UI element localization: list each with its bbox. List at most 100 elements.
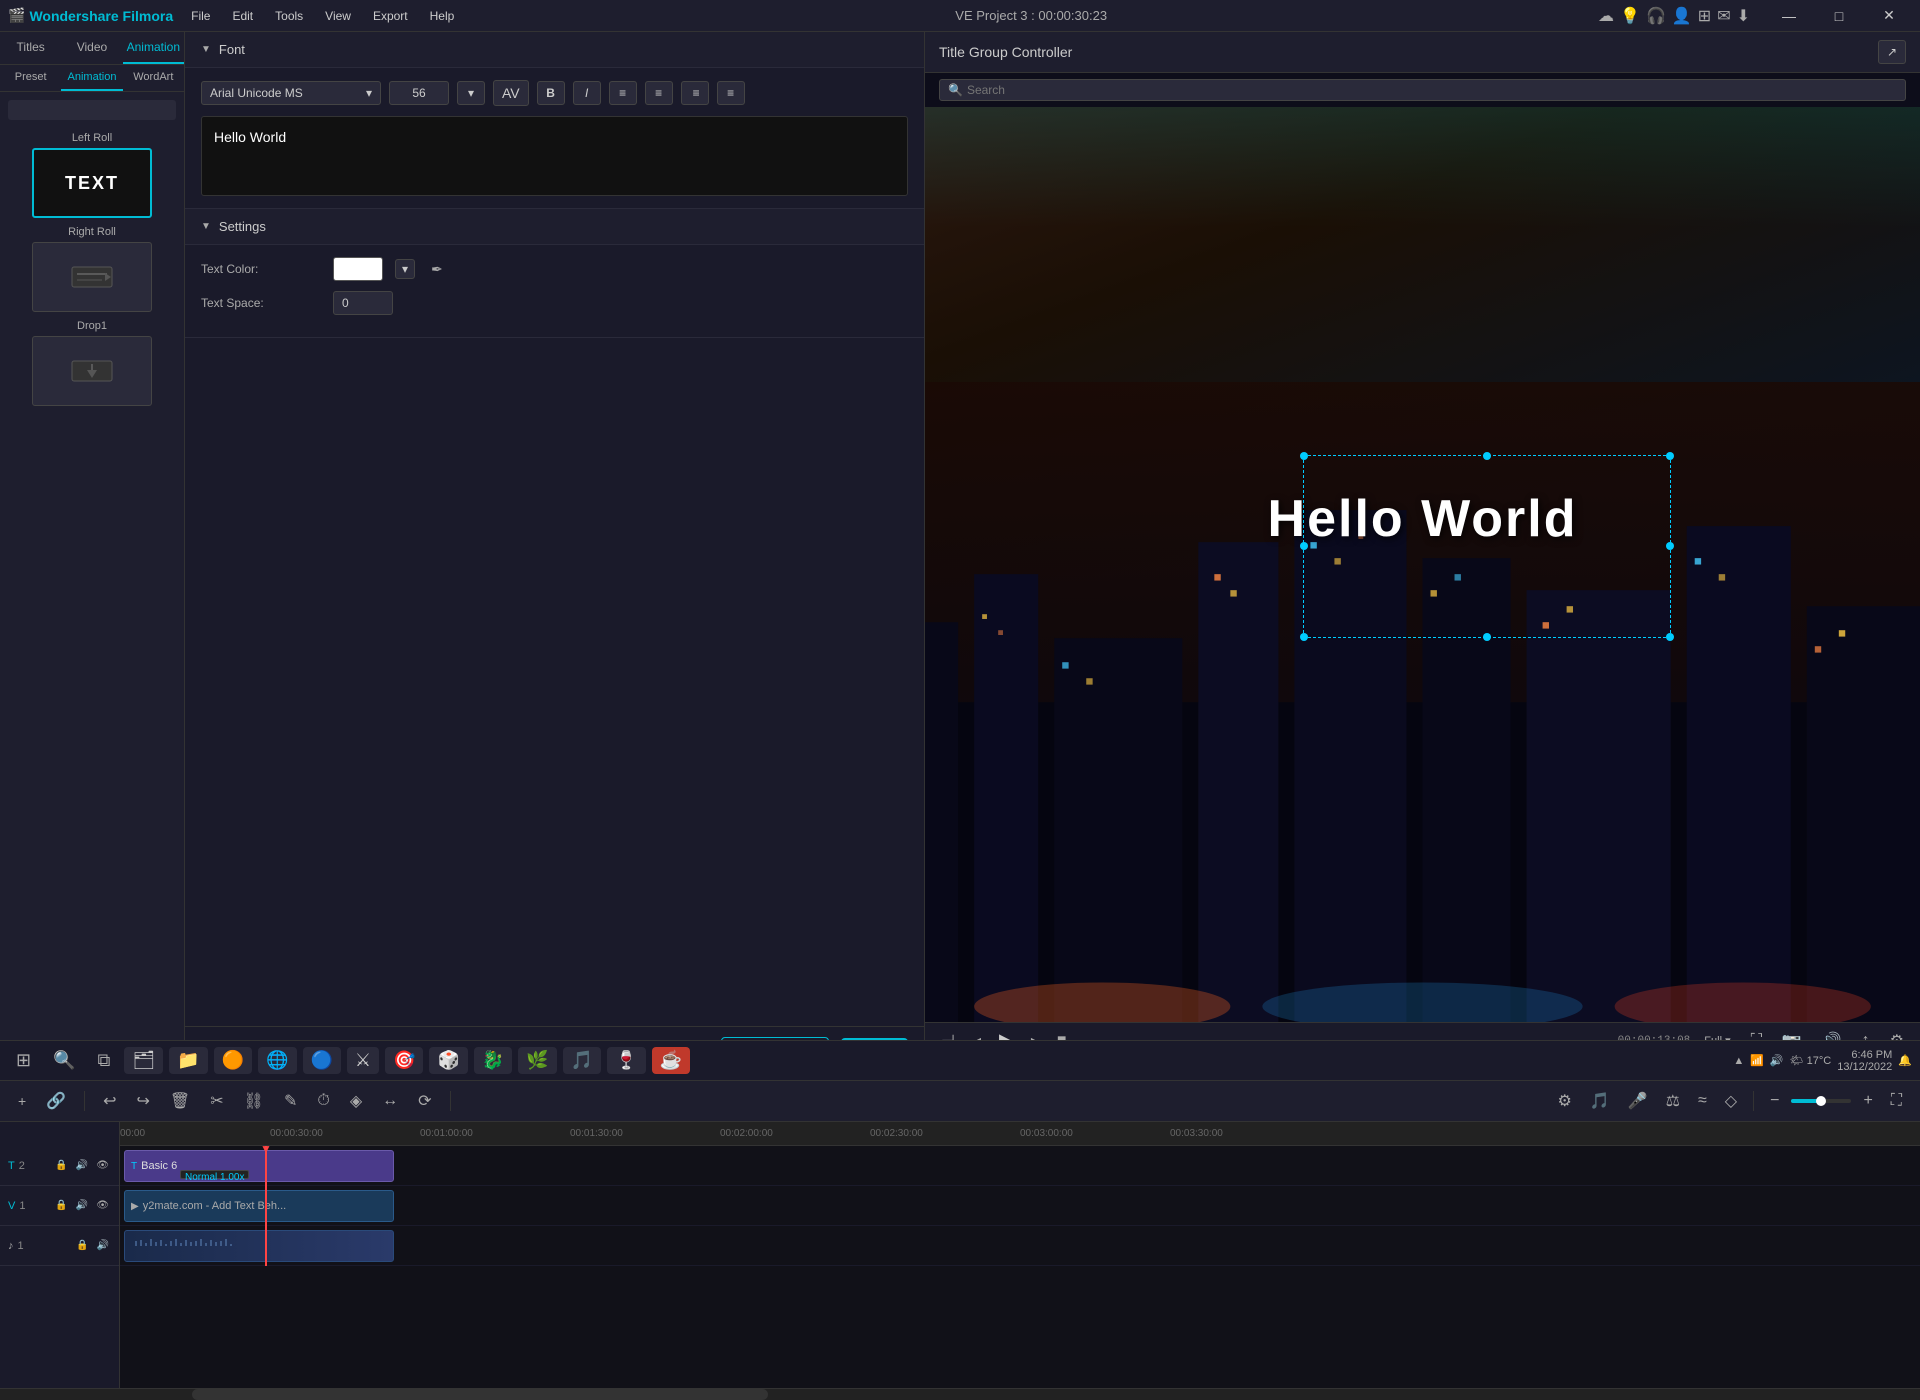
taskbar-app-3[interactable]: 🟠 [214, 1047, 252, 1074]
effects-btn[interactable]: ⚙ [1551, 1087, 1577, 1115]
track-mute-a1[interactable]: 🔊 [95, 1238, 111, 1253]
download-icon[interactable]: ⬇ [1737, 6, 1750, 26]
font-section-header[interactable]: ▼ Font [185, 32, 924, 68]
track-mute-v1[interactable]: 🔊 [74, 1198, 90, 1213]
tab-titles[interactable]: Titles [0, 32, 61, 64]
align-right-btn[interactable]: ≡ [681, 81, 709, 105]
taskbar-app-explorer[interactable]: 🗂 [124, 1047, 163, 1074]
preset-drop1[interactable]: Drop1 [8, 320, 176, 406]
clip-video[interactable]: ▶ y2mate.com - Add Text Beh... [124, 1190, 394, 1222]
taskbar-app-13[interactable]: ☕ [652, 1047, 690, 1074]
taskbar-network-icon[interactable]: 📶 [1750, 1054, 1764, 1067]
align-justify-btn[interactable]: ≡ [717, 81, 745, 105]
grid-icon[interactable]: ⊞ [1698, 6, 1711, 26]
track-lock-t2[interactable]: 🔒 [53, 1158, 69, 1173]
preset-thumb-drop1[interactable] [32, 336, 152, 406]
align-left-btn[interactable]: ≡ [609, 81, 637, 105]
minimize-button[interactable]: — [1766, 2, 1812, 30]
bold-button[interactable]: B [537, 81, 565, 105]
unlink-btn[interactable]: ⛓ [238, 1087, 270, 1115]
taskbar-app-spotify[interactable]: 🎵 [563, 1047, 601, 1074]
undo-btn[interactable]: ↩ [97, 1087, 122, 1115]
account-icon[interactable]: 👤 [1672, 6, 1692, 26]
headset-icon[interactable]: 🎧 [1646, 6, 1666, 26]
close-button[interactable]: ✕ [1866, 2, 1912, 30]
scrollbar-thumb[interactable] [192, 1389, 768, 1400]
taskbar-time[interactable]: 6:46 PM 13/12/2022 [1837, 1049, 1892, 1073]
menu-export[interactable]: Export [363, 5, 418, 27]
lightbulb-icon[interactable]: 💡 [1620, 6, 1640, 26]
mic-btn[interactable]: 🎤 [1622, 1087, 1654, 1115]
subtab-animation[interactable]: Animation [61, 65, 122, 91]
menu-tools[interactable]: Tools [265, 5, 313, 27]
taskview-button[interactable]: ⧉ [90, 1046, 119, 1075]
taskbar-app-folder[interactable]: 📁 [169, 1047, 207, 1074]
preset-thumb-leftroll[interactable]: TEXT [32, 148, 152, 218]
clip-basic6[interactable]: T Basic 6 [124, 1150, 394, 1182]
text-color-picker[interactable] [333, 257, 383, 281]
zoom-knob[interactable] [1816, 1096, 1826, 1106]
pencil-btn[interactable]: ✎ [278, 1087, 303, 1115]
add-keyframe-btn[interactable]: ◇ [1719, 1087, 1743, 1115]
preset-right-roll[interactable]: Right Roll [8, 226, 176, 312]
settings-section-header[interactable]: ▼ Settings [185, 209, 924, 245]
font-size-input[interactable]: 56 [389, 81, 449, 105]
refresh-btn[interactable]: ⟳ [412, 1087, 437, 1115]
character-spacing-btn[interactable]: AV [493, 80, 529, 106]
color-dropdown-btn[interactable]: ▾ [395, 259, 415, 279]
subtab-wordart[interactable]: WordArt [123, 65, 184, 91]
taskbar-sound-icon[interactable]: 🔊 [1770, 1054, 1784, 1067]
fit-btn[interactable]: ↔ [376, 1088, 404, 1114]
zoom-slider[interactable] [1791, 1099, 1851, 1103]
track-eye-v1[interactable]: 👁 [94, 1198, 111, 1213]
tab-animation[interactable]: Animation [123, 32, 184, 64]
redo-btn[interactable]: ↪ [131, 1087, 156, 1115]
tgc-expand-btn[interactable]: ↗ [1878, 40, 1906, 64]
tab-video[interactable]: Video [61, 32, 122, 64]
search-input[interactable] [967, 83, 1087, 97]
add-media-btn[interactable]: + [12, 1089, 32, 1113]
delete-btn[interactable]: 🗑 [164, 1087, 196, 1115]
text-editor[interactable]: Hello World [201, 116, 908, 196]
maximize-button[interactable]: □ [1816, 2, 1862, 30]
cloud-icon[interactable]: ☁ [1598, 6, 1614, 26]
track-mute-t2[interactable]: 🔊 [74, 1158, 90, 1173]
track-eye-t2[interactable]: 👁 [94, 1158, 111, 1173]
notifications-icon[interactable]: 🔔 [1898, 1054, 1912, 1067]
start-button[interactable]: ⊞ [8, 1046, 39, 1075]
track-lock-a1[interactable]: 🔒 [74, 1238, 90, 1253]
clip-audio[interactable] [124, 1230, 394, 1262]
menu-view[interactable]: View [315, 5, 361, 27]
search-button[interactable]: 🔍 [45, 1046, 83, 1075]
taskbar-app-chrome[interactable]: 🌐 [258, 1047, 296, 1074]
taskbar-app-12[interactable]: 🍷 [607, 1047, 645, 1074]
fullscreen-timeline-btn[interactable]: ⛶ [1885, 1088, 1908, 1114]
align-center-btn[interactable]: ≡ [645, 81, 673, 105]
taskbar-app-10[interactable]: 🌿 [518, 1047, 556, 1074]
link-btn[interactable]: 🔗 [40, 1087, 72, 1115]
taskbar-app-7[interactable]: 🎯 [385, 1047, 423, 1074]
ripple-btn[interactable]: ◈ [344, 1087, 368, 1115]
taskbar-app-9[interactable]: 🐉 [474, 1047, 512, 1074]
font-dropdown-btn[interactable]: ▾ [457, 81, 485, 105]
taskbar-app-8[interactable]: 🎲 [429, 1047, 467, 1074]
audio-btn[interactable]: 🎵 [1584, 1087, 1616, 1115]
subtab-preset[interactable]: Preset [0, 65, 61, 91]
mix-btn[interactable]: ⚖ [1660, 1087, 1686, 1115]
taskbar-app-6[interactable]: ⚔ [347, 1047, 379, 1074]
menu-file[interactable]: File [181, 5, 220, 27]
preset-left-roll[interactable]: Left Roll TEXT [8, 132, 176, 218]
text-space-input[interactable]: 0 [333, 291, 393, 315]
taskbar-app-5[interactable]: 🔵 [303, 1047, 341, 1074]
menu-edit[interactable]: Edit [222, 5, 263, 27]
menu-help[interactable]: Help [420, 5, 465, 27]
font-family-select[interactable]: Arial Unicode MS ▾ [201, 81, 381, 105]
eyedropper-button[interactable]: ✒ [427, 259, 447, 280]
split-audio-btn[interactable]: ≈ [1692, 1088, 1713, 1114]
taskbar-arrows-icon[interactable]: ▲ [1733, 1055, 1744, 1067]
duration-btn[interactable]: ⏱ [311, 1088, 335, 1114]
zoom-out-btn[interactable]: − [1764, 1088, 1785, 1114]
track-lock-v1[interactable]: 🔒 [53, 1198, 69, 1213]
timeline-scrollbar[interactable] [0, 1388, 1920, 1400]
zoom-in-btn[interactable]: + [1857, 1088, 1878, 1114]
